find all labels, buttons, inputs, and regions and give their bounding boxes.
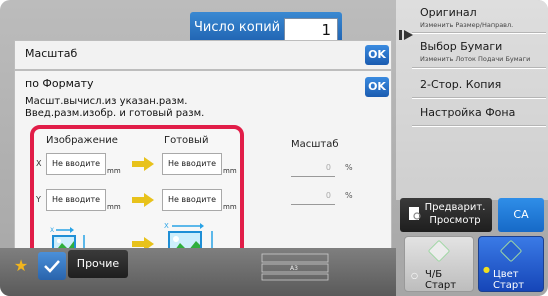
- ready-y-input[interactable]: Не вводите: [162, 189, 222, 211]
- description-line-2: Введ.разм.изобр. и готовый разм.: [25, 108, 205, 119]
- arrow-right-icon: [132, 157, 154, 171]
- ready-x-unit: mm: [223, 167, 237, 175]
- bw-dots-icon: ○: [411, 271, 418, 280]
- arrow-right-icon: [132, 193, 154, 207]
- play-icon: [399, 30, 413, 40]
- right-function-panel: Оригинал Изменить Размер/Направл. Выбор …: [396, 0, 548, 200]
- duplex-copy-label: 2-Стор. Копия: [420, 78, 502, 91]
- ready-x-input[interactable]: Не вводите: [162, 153, 222, 175]
- original-sub: Изменить Размер/Направл.: [420, 21, 514, 29]
- scale-header: Масштаб: [291, 139, 339, 150]
- color-start-button[interactable]: ● Цвет Старт: [478, 236, 544, 292]
- copies-count-field[interactable]: 1: [284, 18, 338, 42]
- paper-select-sub: Изменить Лоток Подачи Бумаги: [420, 55, 531, 63]
- bw-start-button[interactable]: ○ Ч/Б Старт: [404, 236, 474, 292]
- original-label: Оригинал: [420, 6, 477, 19]
- start-diamond-icon: [427, 239, 451, 263]
- others-button[interactable]: Прочие: [68, 250, 128, 278]
- ready-header: Готовый: [164, 135, 209, 146]
- background-adjust-label: Настройка Фона: [420, 106, 516, 119]
- start-diamond-icon: [499, 239, 523, 263]
- copy-screen: Число копий 1 Оригинал Изменить Размер/Н…: [0, 0, 548, 296]
- copies-label: Число копий: [194, 20, 281, 35]
- paper-tray-indicator: A3: [260, 252, 330, 282]
- color-line-2: Старт: [493, 280, 525, 291]
- color-dots-icon: ●: [483, 265, 490, 274]
- color-line-1: Цвет: [493, 269, 519, 280]
- preview-icon: [409, 207, 421, 220]
- description-line-1: Масшт.вычисл.из указан.разм.: [25, 96, 188, 107]
- size-input-area: Изображение Готовый X Не вводите mm Не в…: [30, 125, 244, 265]
- by-format-title: по Формату: [25, 77, 94, 90]
- by-format-ok-button[interactable]: OK: [365, 77, 389, 97]
- scale-dialog-title: Масштаб: [25, 47, 78, 60]
- scale-x-value: 0: [291, 163, 335, 177]
- divider: [412, 98, 546, 99]
- divider: [412, 33, 546, 34]
- image-y-input[interactable]: Не вводите: [46, 189, 106, 211]
- bw-line-2: Старт: [425, 280, 457, 291]
- tray-size-label: A3: [290, 265, 298, 272]
- checkmark-icon: [44, 260, 60, 273]
- scale-y-percent: %: [345, 191, 353, 200]
- bw-line-1: Ч/Б: [425, 269, 443, 280]
- image-header: Изображение: [46, 135, 118, 146]
- divider: [412, 68, 546, 69]
- image-x-unit: mm: [107, 167, 121, 175]
- divider: [412, 126, 546, 127]
- scale-x-percent: %: [345, 163, 353, 172]
- axis-y-label: Y: [36, 195, 41, 204]
- by-format-dialog: по Формату OK Масшт.вычисл.из указан.раз…: [14, 70, 392, 276]
- favorite-star-icon[interactable]: ★: [10, 252, 32, 280]
- axis-x-label: X: [36, 159, 42, 168]
- scale-y-value: 0: [291, 191, 335, 205]
- checkmark-button[interactable]: [38, 252, 66, 280]
- scale-dialog: Масштаб OK: [14, 40, 392, 70]
- image-x-input[interactable]: Не вводите: [46, 153, 106, 175]
- svg-text:X: X: [164, 222, 169, 230]
- clear-all-button[interactable]: CA: [498, 198, 544, 232]
- paper-select-label: Выбор Бумаги: [420, 40, 503, 53]
- ready-y-unit: mm: [223, 203, 237, 211]
- scale-ok-button[interactable]: OK: [365, 45, 389, 65]
- svg-text:X: X: [50, 227, 54, 234]
- image-y-unit: mm: [107, 203, 121, 211]
